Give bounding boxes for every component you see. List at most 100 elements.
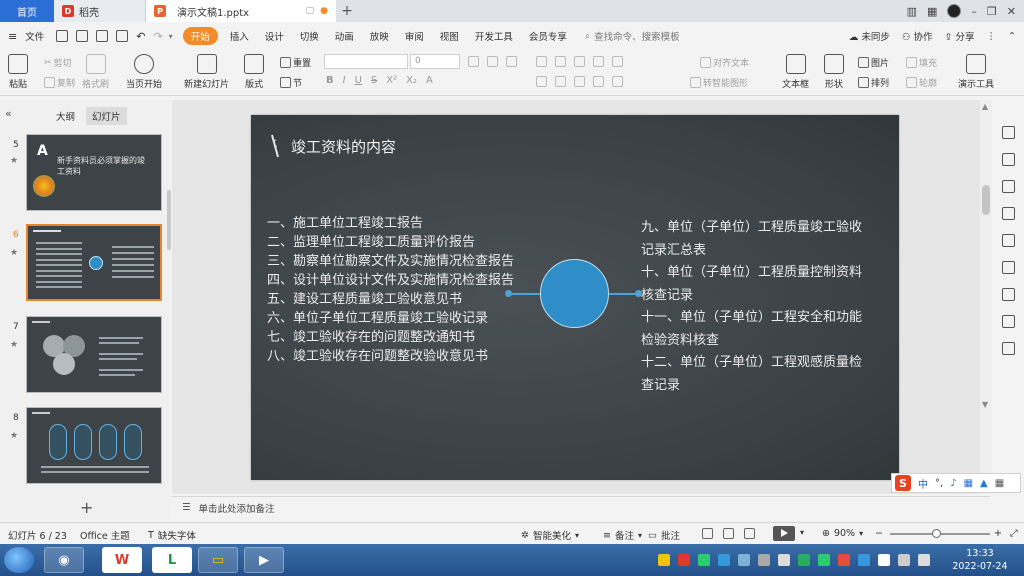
align-center-icon[interactable] [555,76,566,87]
menu-slideshow[interactable]: 放映 [362,29,397,43]
italic-icon[interactable]: I [343,75,346,86]
system-clock[interactable]: 13:33 2022-07-24 [950,547,1010,573]
command-search[interactable]: ⌕ 查找命令、搜索模板 [585,29,680,44]
format-painter-button[interactable]: 格式刷 [82,54,109,90]
comment-button[interactable]: ▭ 批注 [648,528,680,543]
start-button[interactable] [4,547,34,573]
slide-thumbnail-current[interactable] [26,224,162,301]
clear-format-icon[interactable] [506,56,517,67]
restore-icon[interactable]: ❐ [987,5,997,18]
minimize-icon[interactable]: – [971,5,977,18]
picture-icon[interactable] [1002,288,1015,301]
quick-access-dropdown-icon[interactable]: ▾ [169,32,173,41]
add-slide-button[interactable]: + [80,498,93,517]
volume-icon[interactable] [918,554,930,566]
slideshow-dropdown-icon[interactable]: ▾ [800,528,804,537]
missing-font-button[interactable]: T 缺失字体 [148,528,196,543]
menu-developer[interactable]: 开发工具 [467,29,521,43]
subscript-icon[interactable]: X₂ [406,75,417,86]
notes-pane[interactable]: ☰ 单击此处添加备注 [172,496,990,518]
notes-button[interactable]: ≡ 备注 ▾ [603,528,642,543]
normal-view-icon[interactable] [702,528,713,539]
cut-button[interactable]: ✂ 剪切 [44,56,72,70]
menu-insert[interactable]: 插入 [222,29,257,43]
network-icon[interactable] [898,554,910,566]
tray-icon[interactable] [878,554,890,566]
properties-icon[interactable] [1002,153,1015,166]
avatar[interactable] [947,4,962,18]
arrange-button[interactable]: 排列 [858,76,889,89]
save-icon[interactable] [56,30,69,42]
tray-icon[interactable] [738,554,750,566]
tray-icon[interactable] [778,554,790,566]
layout-icon[interactable]: ▥ [907,5,917,18]
collapse-ribbon-icon[interactable]: ⌃ [1008,31,1016,42]
zoom-in-icon[interactable]: + [994,528,1002,539]
grow-font-icon[interactable] [468,56,479,67]
menu-review[interactable]: 审阅 [397,29,432,43]
align-left-icon[interactable] [536,76,547,87]
slide-design-icon[interactable] [1002,261,1015,274]
left-item-list[interactable]: 一、施工单位工程竣工报告 二、监理单位工程竣工质量评价报告 三、勘察单位勘察文件… [267,214,529,366]
tab-home[interactable]: 首页 [0,0,54,22]
font-color-icon[interactable]: A [426,75,433,86]
sync-button[interactable]: ☁ 未同步 [849,29,890,43]
copy-button[interactable]: 复制 [44,76,75,89]
wechat-icon[interactable] [818,554,830,566]
right-item-list[interactable]: 九、单位（子单位）工程质量竣工验收记录汇总表 十、单位（子单位）工程质量控制资料… [641,217,871,397]
redo-icon[interactable]: ↷ [153,30,162,43]
smartart-button[interactable]: 转智能图形 [690,76,748,89]
tab-restore-icon[interactable]: ▢ [306,6,315,16]
tab-slides[interactable]: 幻灯片 [86,107,127,125]
taskbar-app-folder[interactable]: ▭ [198,547,238,573]
taskbar-app-chrome[interactable]: ◉ [44,547,84,573]
tray-icon[interactable] [858,554,870,566]
reset-button[interactable]: 重置 [280,56,311,69]
tray-icon[interactable] [758,554,770,566]
animation-icon[interactable] [1002,207,1015,220]
slide-thumbnail[interactable] [26,407,162,484]
font-size-field[interactable]: 0 [410,54,460,69]
menu-member[interactable]: 会员专享 [521,29,575,43]
outline-button[interactable]: 轮廓 [906,76,937,89]
punctuation-icon[interactable]: °, [935,478,943,489]
star-icon[interactable] [1002,180,1015,193]
tab-daoke[interactable]: D 稻壳 [54,0,146,22]
slideshow-play-button[interactable] [773,526,795,541]
section-button[interactable]: 节 [280,76,302,89]
slide-canvas[interactable]: 竣工资料的内容 一、施工单位工程竣工报告 二、监理单位工程竣工质量评价报告 三、… [251,115,899,480]
tray-icon[interactable] [718,554,730,566]
superscript-icon[interactable]: X² [386,75,397,86]
grid-icon[interactable]: ▦ [927,5,937,18]
zoom-level[interactable]: ⊕ 90% ▾ [822,528,863,539]
distribute-icon[interactable] [612,76,623,87]
fit-window-icon[interactable]: ⤢ [1010,528,1018,539]
underline-icon[interactable]: U [355,75,362,86]
presentation-tools-button[interactable]: 演示工具 [958,54,994,90]
sorter-view-icon[interactable] [723,528,734,539]
taskbar-app-video[interactable]: ▶ [244,547,284,573]
slide-thumbnail[interactable] [26,316,162,393]
new-slide-button[interactable]: 新建幻灯片 [184,54,229,90]
tab-outline[interactable]: 大纲 [50,107,81,125]
line-spacing-icon[interactable] [593,56,604,67]
sogou-logo-icon[interactable]: S [895,475,911,491]
textbox-button[interactable]: 文本框 [782,54,809,90]
zoom-slider-knob[interactable] [932,529,941,538]
object-icon[interactable] [1002,126,1015,139]
preview-icon[interactable] [116,30,129,42]
justify-icon[interactable] [593,76,604,87]
indent-icon[interactable] [574,56,585,67]
zoom-out-icon[interactable]: − [875,528,883,539]
shape-button[interactable]: 形状 [824,54,844,90]
print-icon[interactable] [96,30,109,42]
export-icon[interactable] [76,30,89,42]
tray-icon[interactable] [678,554,690,566]
align-text-button[interactable]: 对齐文本 [700,56,749,69]
skin-icon[interactable]: ▲ [980,478,988,489]
align-right-icon[interactable] [574,76,585,87]
font-name-field[interactable] [324,54,408,69]
location-icon[interactable] [1002,315,1015,328]
numbering-icon[interactable] [555,56,566,67]
strikethrough-icon[interactable]: S [371,75,377,86]
